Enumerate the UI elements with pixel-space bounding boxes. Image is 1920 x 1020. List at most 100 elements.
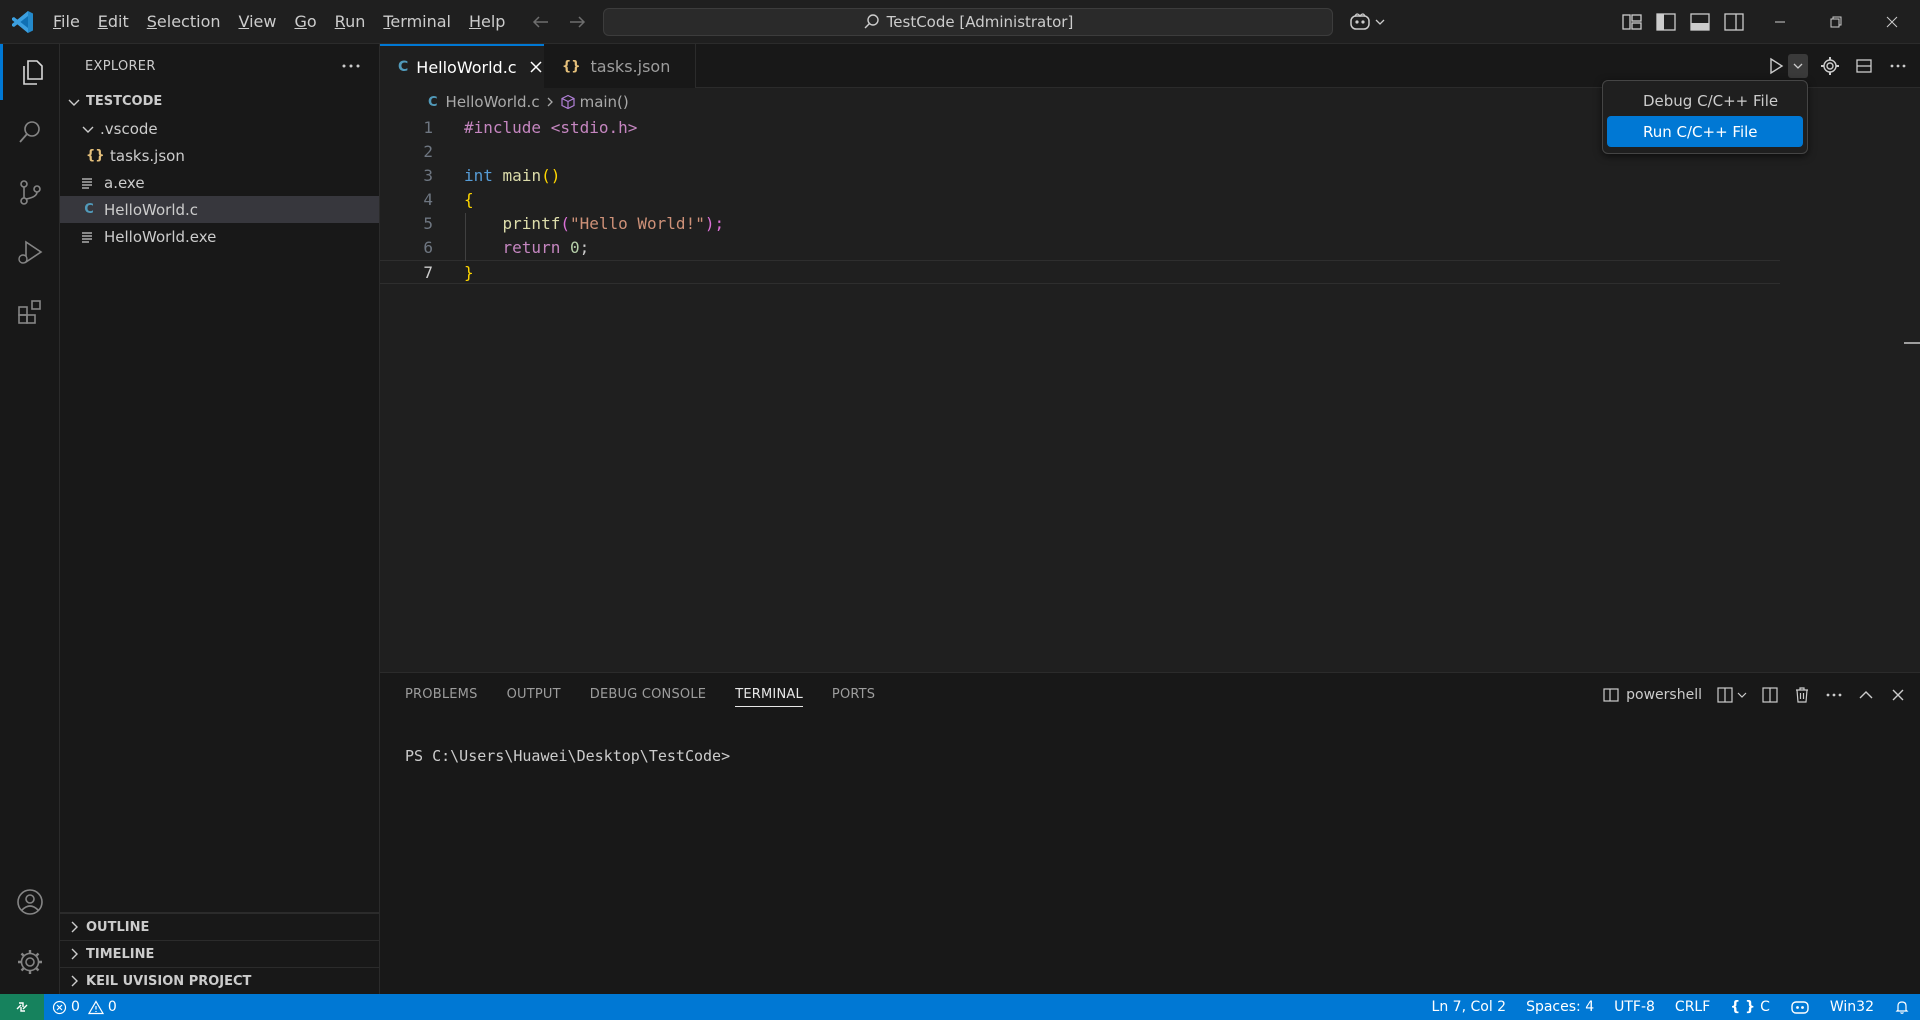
code-text: #include <stdio.h> — [464, 118, 638, 137]
tree-item-vscode-folder[interactable]: .vscode — [60, 115, 379, 142]
tab-terminal[interactable]: TERMINAL — [735, 673, 818, 717]
remote-indicator-icon[interactable] — [0, 994, 44, 1020]
toggle-secondary-sidebar-icon[interactable] — [1722, 10, 1746, 34]
navigation-arrows — [528, 10, 590, 34]
more-actions-icon[interactable] — [1822, 683, 1846, 707]
tab-output[interactable]: OUTPUT — [507, 673, 576, 717]
c-file-icon: C — [398, 59, 409, 75]
tree-item-a-exe[interactable]: a.exe — [60, 169, 379, 196]
menu-terminal[interactable]: Terminal — [374, 7, 460, 37]
file-icon — [80, 176, 98, 190]
code-keyword: return — [502, 238, 561, 257]
back-arrow-icon[interactable] — [528, 10, 554, 34]
indent-guide — [465, 213, 466, 261]
window-controls — [1752, 0, 1920, 44]
run-and-debug-icon[interactable] — [0, 224, 60, 280]
minimize-icon[interactable] — [1752, 0, 1808, 44]
problems-status[interactable]: 0 0 — [52, 994, 117, 1020]
accounts-icon[interactable] — [0, 874, 60, 930]
terminal-prompt[interactable]: PS C:\Users\Huawei\Desktop\TestCode> — [405, 747, 730, 765]
line-number: 1 — [423, 118, 433, 137]
customize-layout-icon[interactable] — [1620, 10, 1644, 34]
split-terminal-icon[interactable] — [1716, 683, 1750, 707]
close-window-icon[interactable] — [1864, 0, 1920, 44]
code-paren: () — [541, 166, 561, 185]
maximize-panel-chevron-up-icon[interactable] — [1854, 683, 1878, 707]
language-mode[interactable]: { } C — [1730, 999, 1770, 1015]
terminal-shell-selector[interactable]: powershell — [1602, 683, 1702, 707]
tree-item-helloworld-c[interactable]: C HelloWorld.c — [60, 196, 379, 223]
more-actions-icon[interactable] — [1886, 54, 1910, 78]
restore-icon[interactable] — [1808, 0, 1864, 44]
tab-problems[interactable]: PROBLEMS — [405, 673, 493, 717]
terminal-icon — [1602, 686, 1620, 704]
tree-item-label: HelloWorld.exe — [104, 227, 217, 246]
menu-run[interactable]: Run — [326, 7, 375, 37]
code-punct: ; — [579, 238, 590, 257]
menu-item-run-c-file[interactable]: Run C/C++ File — [1607, 116, 1803, 147]
menu-bar: File Edit Selection View Go Run Terminal… — [44, 0, 514, 44]
code-function: printf — [502, 214, 561, 233]
code-line-6: 6 return 0; — [380, 236, 1780, 260]
tab-helloworld-c[interactable]: C HelloWorld.c — [380, 44, 544, 88]
manage-gear-icon[interactable] — [0, 934, 60, 990]
line-number: 5 — [423, 214, 433, 233]
split-editor-icon[interactable] — [1852, 54, 1876, 78]
bottom-panel: PROBLEMS OUTPUT DEBUG CONSOLE TERMINAL P… — [380, 672, 1920, 994]
menu-go[interactable]: Go — [285, 7, 325, 37]
toggle-panel-icon[interactable] — [1688, 10, 1712, 34]
settings-gear-icon[interactable] — [1818, 54, 1842, 78]
line-number: 7 — [423, 263, 433, 282]
menu-selection[interactable]: Selection — [138, 7, 230, 37]
tab-ports[interactable]: PORTS — [832, 673, 890, 717]
trash-icon[interactable] — [1790, 683, 1814, 707]
folder-root-testcode[interactable]: TESTCODE — [60, 88, 379, 115]
encoding-status[interactable]: UTF-8 — [1614, 999, 1655, 1015]
split-panel-icon[interactable] — [1758, 683, 1782, 707]
c-file-icon: C — [84, 202, 94, 217]
code-editor[interactable]: 1 #include <stdio.h> 2 3 int main() 4 { … — [380, 116, 1920, 672]
run-play-icon[interactable] — [1764, 54, 1788, 78]
chevron-right-icon — [544, 96, 556, 108]
tab-debug-console[interactable]: DEBUG CONSOLE — [590, 673, 721, 717]
tab-tasks-json[interactable]: {} tasks.json — [544, 44, 696, 88]
menu-view[interactable]: View — [230, 7, 286, 37]
eol-status[interactable]: CRLF — [1675, 999, 1710, 1015]
section-outline[interactable]: OUTLINE — [60, 913, 379, 940]
menu-item-debug-c-file[interactable]: Debug C/C++ File — [1607, 85, 1803, 116]
section-label: TIMELINE — [86, 946, 155, 962]
tree-item-tasks-json[interactable]: {} tasks.json — [60, 142, 379, 169]
cursor-position[interactable]: Ln 7, Col 2 — [1432, 999, 1507, 1015]
indentation-status[interactable]: Spaces: 4 — [1526, 999, 1594, 1015]
code-brace: } — [464, 263, 474, 282]
explorer-icon[interactable] — [0, 44, 60, 100]
more-actions-icon[interactable] — [339, 54, 363, 78]
close-tab-icon[interactable] — [529, 60, 543, 74]
source-control-icon[interactable] — [0, 164, 60, 220]
menu-edit[interactable]: Edit — [89, 7, 138, 37]
code-line-1: 1 #include <stdio.h> — [380, 116, 1780, 140]
extensions-icon[interactable] — [0, 284, 60, 340]
section-timeline[interactable]: TIMELINE — [60, 940, 379, 967]
copilot-button[interactable] — [1348, 10, 1392, 34]
copilot-status-icon[interactable] — [1790, 998, 1810, 1016]
tree-item-helloworld-exe[interactable]: HelloWorld.exe — [60, 223, 379, 250]
section-keil-uvision-project[interactable]: KEIL UVISION PROJECT — [60, 967, 379, 994]
notifications-bell-icon[interactable] — [1894, 999, 1910, 1015]
json-file-icon: {} — [562, 58, 581, 74]
breadcrumb-symbol[interactable]: main() — [580, 93, 629, 111]
scrollbar-marker — [1904, 342, 1920, 344]
platform-status[interactable]: Win32 — [1830, 999, 1874, 1015]
code-brace: { — [464, 190, 474, 209]
forward-arrow-icon[interactable] — [564, 10, 590, 34]
menu-help[interactable]: Help — [460, 7, 514, 37]
cube-symbol-icon — [560, 94, 576, 110]
menu-file[interactable]: File — [44, 7, 89, 37]
toggle-primary-sidebar-icon[interactable] — [1654, 10, 1678, 34]
breadcrumb-file[interactable]: HelloWorld.c — [446, 93, 540, 111]
run-dropdown-chevron-icon[interactable] — [1788, 54, 1808, 78]
copilot-icon — [1348, 11, 1372, 33]
close-panel-icon[interactable] — [1886, 683, 1910, 707]
search-icon[interactable] — [0, 104, 60, 160]
command-center-search[interactable]: TestCode [Administrator] — [603, 8, 1333, 36]
